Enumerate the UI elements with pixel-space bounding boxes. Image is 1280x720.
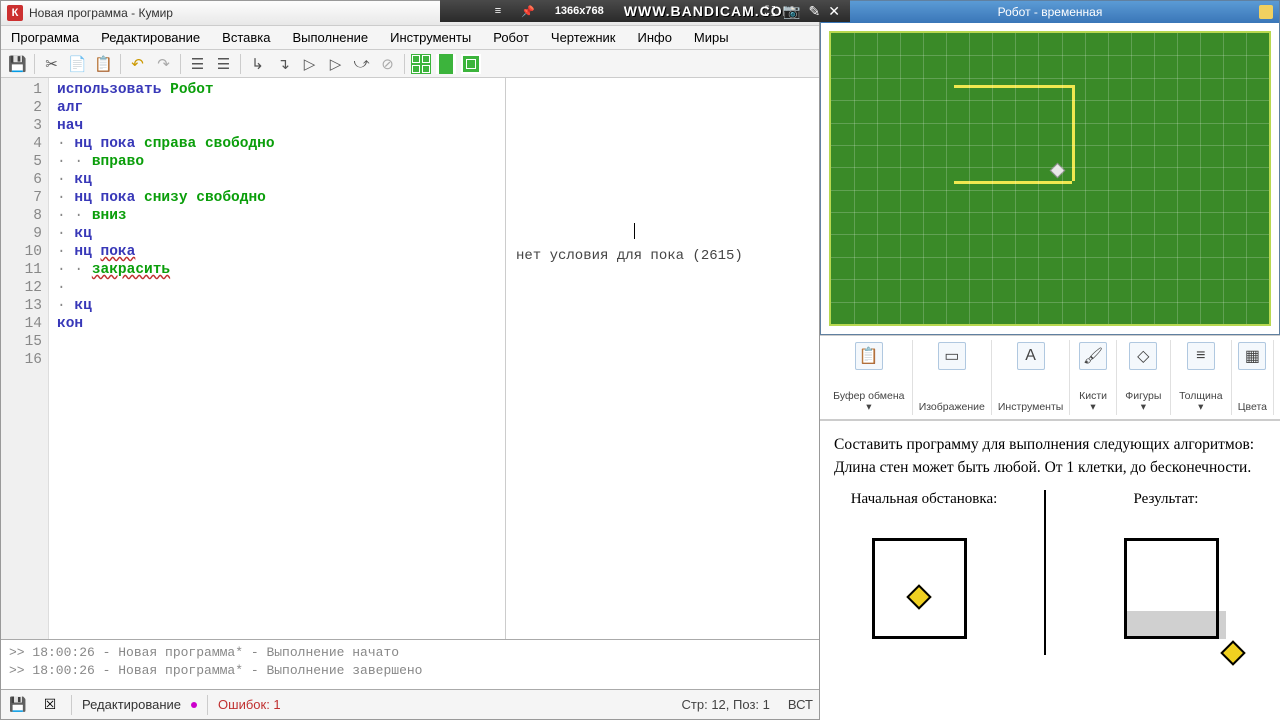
window-title: Новая программа - Кумир — [29, 6, 173, 20]
ribbon-кисти[interactable]: 🖌Кисти ▾ — [1070, 340, 1116, 415]
fig1-canvas — [834, 516, 1014, 671]
status-position: Стр: 12, Поз: 1 — [682, 697, 770, 712]
stop-icon[interactable]: ⊘ — [375, 52, 400, 76]
ribbon-инструменты[interactable]: AИнструменты — [992, 340, 1070, 415]
run2-icon[interactable]: ▷ — [323, 52, 348, 76]
save-icon[interactable]: 💾 — [5, 52, 30, 76]
ribbon-буфер[interactable]: 📋Буфер обмена ▾ — [826, 340, 913, 415]
close-status-icon[interactable]: ☒ — [39, 695, 61, 715]
status-mode: Редактирование — [82, 697, 181, 712]
code-editor[interactable]: 12345678910111213141516 использовать Роб… — [1, 78, 506, 639]
text-cursor — [634, 223, 635, 239]
robot-grid[interactable] — [829, 31, 1271, 326]
copy-icon[interactable]: 📄 — [65, 52, 90, 76]
undo-icon[interactable]: ↶ — [125, 52, 150, 76]
robot-title-bar: Робот - временная — [821, 1, 1279, 23]
robot-grid-icon[interactable] — [409, 53, 433, 75]
menu-инфо[interactable]: Инфо — [633, 28, 675, 47]
paint-ribbon: 📋Буфер обмена ▾▭ИзображениеAИнструменты🖌… — [820, 335, 1280, 420]
bandicam-overlay: ≡📌 1366x768 WWW.BANDICAM.COM ⛶ 📷 ✎ ✕ — [440, 0, 850, 22]
menu-инструменты[interactable]: Инструменты — [386, 28, 475, 47]
output-pane: нет условия для пока (2615) — [506, 78, 819, 639]
step-over-icon[interactable]: ↴ — [271, 52, 296, 76]
outdent-icon[interactable]: ☰ — [211, 52, 236, 76]
fig2-canvas — [1076, 516, 1256, 671]
run-icon[interactable]: ▷ — [297, 52, 322, 76]
kumir-window: К Новая программа - Кумир Программа Редак… — [0, 0, 820, 720]
menu-робот[interactable]: Робот — [489, 28, 533, 47]
toolbar: 💾 ✂ 📄 📋 ↶ ↷ ☰ ☰ ↳ ↴ ▷ ▷ ⤻ ⊘ — [1, 50, 819, 78]
fig-separator — [1044, 490, 1046, 655]
status-dot — [191, 702, 197, 708]
task-line-2: Длина стен может быть любой. От 1 клетки… — [834, 456, 1266, 479]
line-gutter: 12345678910111213141516 — [1, 78, 49, 639]
menu-bar: Программа Редактирование Вставка Выполнение… — [1, 26, 819, 50]
app-icon: К — [7, 5, 23, 21]
ribbon-фигуры[interactable]: ◇Фигуры ▾ — [1117, 340, 1171, 415]
fig2-label: Результат: — [1134, 488, 1199, 511]
menu-выполнение[interactable]: Выполнение — [288, 28, 372, 47]
paste-icon[interactable]: 📋 — [91, 52, 116, 76]
bandicam-resolution: 1366x768 — [555, 5, 604, 17]
status-errors: Ошибок: 1 — [218, 697, 281, 712]
indent-icon[interactable]: ☰ — [185, 52, 210, 76]
error-message: нет условия для пока (2615) — [516, 248, 809, 264]
step-into-icon[interactable]: ↳ — [245, 52, 270, 76]
console: >> 18:00:26 - Новая программа* - Выполне… — [1, 639, 819, 689]
code-area[interactable]: использовать Роботалгнач· нц пока справа… — [49, 78, 505, 639]
minimize-button[interactable] — [1259, 5, 1273, 19]
cut-icon[interactable]: ✂ — [39, 52, 64, 76]
fig1-label: Начальная обстановка: — [851, 488, 998, 511]
menu-вставка[interactable]: Вставка — [218, 28, 274, 47]
robot-window: Робот - временная — [820, 0, 1280, 335]
fig1-robot — [906, 584, 931, 609]
status-insert-mode: ВСТ — [788, 697, 813, 712]
run3-icon[interactable]: ⤻ — [349, 52, 374, 76]
task-document: Составить программу для выполнения следу… — [820, 420, 1280, 720]
redo-icon[interactable]: ↷ — [151, 52, 176, 76]
pencil-icon[interactable]: ✎ — [809, 3, 821, 20]
camera-icon[interactable]: 📷 — [783, 3, 800, 20]
menu-чертежник[interactable]: Чертежник — [547, 28, 620, 47]
menu-миры[interactable]: Миры — [690, 28, 733, 47]
robot-title-text: Робот - временная — [998, 5, 1103, 19]
close-icon[interactable]: ✕ — [828, 3, 840, 20]
robot-col-icon[interactable] — [434, 53, 458, 75]
save-status-icon[interactable]: 💾 — [7, 695, 29, 715]
ribbon-толщина[interactable]: ≡Толщина ▾ — [1171, 340, 1232, 415]
ribbon-цвета[interactable]: ▦Цвета — [1232, 340, 1274, 415]
menu-редактирование[interactable]: Редактирование — [97, 28, 204, 47]
status-bar: 💾 ☒ Редактирование Ошибок: 1 Стр: 12, По… — [1, 689, 819, 719]
ribbon-изображение[interactable]: ▭Изображение — [913, 340, 992, 415]
fullscreen-icon[interactable]: ⛶ — [765, 3, 775, 20]
task-line-1: Составить программу для выполнения следу… — [834, 433, 1266, 456]
menu-программа[interactable]: Программа — [7, 28, 83, 47]
robot-marker — [1050, 163, 1066, 179]
robot-field-icon[interactable] — [459, 53, 483, 75]
fig2-robot — [1220, 640, 1245, 665]
